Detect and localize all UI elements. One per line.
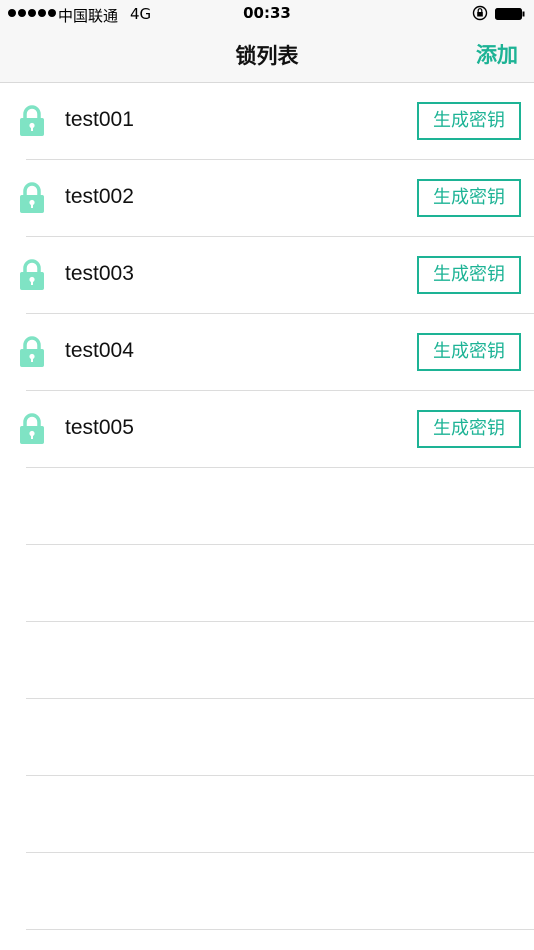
lock-name: test003 [65, 262, 134, 285]
lock-icon [20, 336, 44, 367]
lock-icon [20, 182, 44, 213]
generate-key-button[interactable]: 生成密钥 [417, 410, 521, 448]
lock-name: test005 [65, 416, 134, 439]
empty-row [0, 545, 534, 622]
status-bar: 中国联通 4G 00:33 [0, 0, 534, 28]
row-divider [26, 929, 534, 930]
lock-list: test001 生成密钥 test002 生成密钥 test003 生成密钥 t… [0, 83, 534, 930]
nav-bar: 锁列表 添加 [0, 28, 534, 83]
list-item[interactable]: test001 生成密钥 [0, 83, 534, 160]
generate-key-button[interactable]: 生成密钥 [417, 102, 521, 140]
list-item[interactable]: test005 生成密钥 [0, 391, 534, 468]
generate-key-button[interactable]: 生成密钥 [417, 256, 521, 294]
page-title: 锁列表 [235, 44, 299, 68]
generate-key-button[interactable]: 生成密钥 [417, 333, 521, 371]
list-item[interactable]: test002 生成密钥 [0, 160, 534, 237]
battery-icon [495, 8, 525, 20]
list-item[interactable]: test004 生成密钥 [0, 314, 534, 391]
orientation-lock-icon [472, 5, 488, 21]
empty-row [0, 622, 534, 699]
empty-row [0, 853, 534, 930]
lock-name: test001 [65, 108, 134, 131]
generate-key-button[interactable]: 生成密钥 [417, 179, 521, 217]
lock-icon [20, 259, 44, 290]
lock-icon [20, 413, 44, 444]
empty-row [0, 468, 534, 545]
add-button[interactable]: 添加 [476, 39, 518, 69]
list-item[interactable]: test003 生成密钥 [0, 237, 534, 314]
screen: 中国联通 4G 00:33 锁列表 添加 test001 生成密钥 test00… [0, 0, 534, 950]
lock-name: test002 [65, 185, 134, 208]
lock-name: test004 [65, 339, 134, 362]
status-time: 00:33 [243, 4, 291, 22]
empty-row [0, 699, 534, 776]
lock-icon [20, 105, 44, 136]
empty-row [0, 776, 534, 853]
